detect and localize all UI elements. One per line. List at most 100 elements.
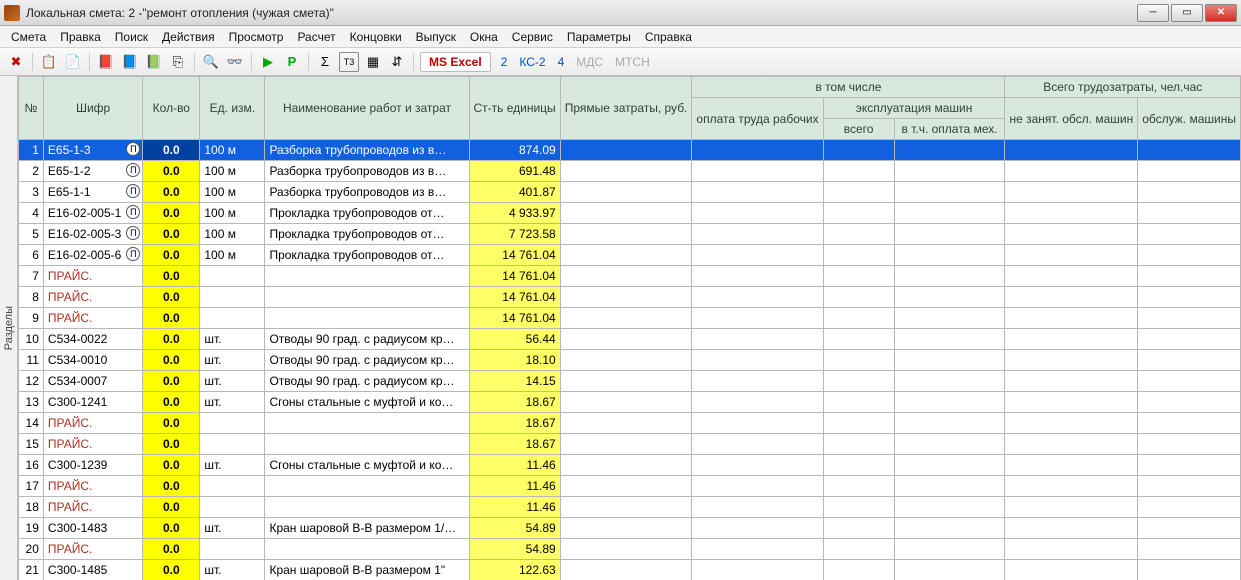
cell[interactable] (560, 161, 692, 182)
cell[interactable]: 100 м (200, 161, 265, 182)
cell[interactable] (1138, 518, 1241, 539)
table-row[interactable]: 19С300-14830.0шт.Кран шаровой В-В размер… (19, 518, 1241, 539)
cell[interactable] (560, 413, 692, 434)
cell[interactable]: 14 (19, 413, 44, 434)
cell[interactable] (1138, 350, 1241, 371)
cell[interactable] (265, 497, 469, 518)
cell[interactable] (823, 182, 894, 203)
table-row[interactable]: 14ПРАЙС.0.018.67 (19, 413, 1241, 434)
maximize-button[interactable]: ▭ (1171, 4, 1203, 22)
cell[interactable]: шт. (200, 560, 265, 580)
table-row[interactable]: 4Е16-02-005-1П0.0100 мПрокладка трубопро… (19, 203, 1241, 224)
menu-item-6[interactable]: Концовки (343, 28, 409, 46)
table-row[interactable]: 15ПРАЙС.0.018.67 (19, 434, 1241, 455)
cell[interactable] (692, 497, 823, 518)
cell[interactable] (1005, 329, 1138, 350)
cell[interactable] (1005, 455, 1138, 476)
cell[interactable]: Кран шаровой В-В размером 1" (265, 560, 469, 580)
cell[interactable]: 0.0 (143, 371, 200, 392)
cell[interactable]: 0.0 (143, 245, 200, 266)
cell[interactable] (265, 287, 469, 308)
cell[interactable] (823, 497, 894, 518)
cell[interactable] (894, 203, 1005, 224)
insert-row-icon[interactable]: ⎘ (168, 52, 188, 72)
cell[interactable] (894, 434, 1005, 455)
cell[interactable] (1138, 329, 1241, 350)
cell[interactable] (1005, 182, 1138, 203)
cell[interactable] (823, 539, 894, 560)
table-icon[interactable]: ▦ (363, 52, 383, 72)
cell[interactable]: 18.10 (469, 350, 560, 371)
cell[interactable] (560, 350, 692, 371)
delete-icon[interactable]: ✖ (6, 52, 26, 72)
table-row[interactable]: 20ПРАЙС.0.054.89 (19, 539, 1241, 560)
cell[interactable]: 100 м (200, 182, 265, 203)
cell[interactable] (200, 434, 265, 455)
cell[interactable] (265, 539, 469, 560)
cell[interactable] (894, 182, 1005, 203)
col-header-incl[interactable]: в том числе (692, 77, 1005, 98)
cell[interactable] (823, 266, 894, 287)
cell[interactable]: 54.89 (469, 539, 560, 560)
side-tab-sections[interactable]: Разделы (0, 76, 18, 580)
cell[interactable] (200, 287, 265, 308)
cell[interactable] (1138, 560, 1241, 580)
cell[interactable] (692, 434, 823, 455)
cell[interactable]: 4 (19, 203, 44, 224)
cell[interactable]: 0.0 (143, 539, 200, 560)
menu-item-1[interactable]: Правка (53, 28, 108, 46)
col-header-direct[interactable]: Прямые затраты, руб. (560, 77, 692, 140)
cell[interactable] (1138, 203, 1241, 224)
cell[interactable] (894, 308, 1005, 329)
cell[interactable] (692, 539, 823, 560)
cell[interactable]: 100 м (200, 245, 265, 266)
col-header-num[interactable]: № (19, 77, 44, 140)
cell[interactable]: 20 (19, 539, 44, 560)
cell[interactable]: шт. (200, 518, 265, 539)
cell[interactable]: ПРАЙС. (43, 476, 142, 497)
cell[interactable]: 401.87 (469, 182, 560, 203)
cell[interactable] (692, 266, 823, 287)
cell[interactable] (1005, 539, 1138, 560)
cell[interactable] (560, 266, 692, 287)
cell[interactable] (265, 413, 469, 434)
cell[interactable] (265, 266, 469, 287)
cell[interactable]: 12 (19, 371, 44, 392)
cell[interactable]: Разборка трубопроводов из в… (265, 161, 469, 182)
cell[interactable] (894, 539, 1005, 560)
table-row[interactable]: 13С300-12410.0шт.Сгоны стальные с муфтой… (19, 392, 1241, 413)
cell[interactable] (1005, 203, 1138, 224)
cell[interactable] (1005, 518, 1138, 539)
close-button[interactable]: ✕ (1205, 4, 1237, 22)
cell[interactable]: 16 (19, 455, 44, 476)
cell[interactable] (692, 518, 823, 539)
play-green-icon[interactable]: ▶ (258, 52, 278, 72)
cell[interactable]: 122.63 (469, 560, 560, 580)
cell[interactable]: 14 761.04 (469, 266, 560, 287)
cell[interactable]: ПРАЙС. (43, 308, 142, 329)
cell[interactable] (692, 140, 823, 161)
cell[interactable] (894, 161, 1005, 182)
cell[interactable]: 0.0 (143, 287, 200, 308)
cell[interactable] (1138, 497, 1241, 518)
cell[interactable] (200, 266, 265, 287)
cell[interactable]: ПРАЙС. (43, 413, 142, 434)
cell[interactable] (1005, 161, 1138, 182)
cell[interactable] (894, 518, 1005, 539)
cell[interactable] (894, 392, 1005, 413)
cell[interactable]: 0.0 (143, 476, 200, 497)
cell[interactable]: 6 (19, 245, 44, 266)
cell[interactable] (692, 392, 823, 413)
cell[interactable]: Е16-02-005-1П (43, 203, 142, 224)
cell[interactable] (823, 518, 894, 539)
t3-icon[interactable]: T3 (339, 52, 359, 72)
cell[interactable] (1138, 434, 1241, 455)
cell[interactable] (560, 392, 692, 413)
cell[interactable]: 7 (19, 266, 44, 287)
cell[interactable] (823, 350, 894, 371)
toolbar-link-1[interactable]: КС-2 (513, 55, 551, 69)
cell[interactable]: 56.44 (469, 329, 560, 350)
cell[interactable] (1005, 413, 1138, 434)
cell[interactable]: 9 (19, 308, 44, 329)
cell[interactable]: 21 (19, 560, 44, 580)
